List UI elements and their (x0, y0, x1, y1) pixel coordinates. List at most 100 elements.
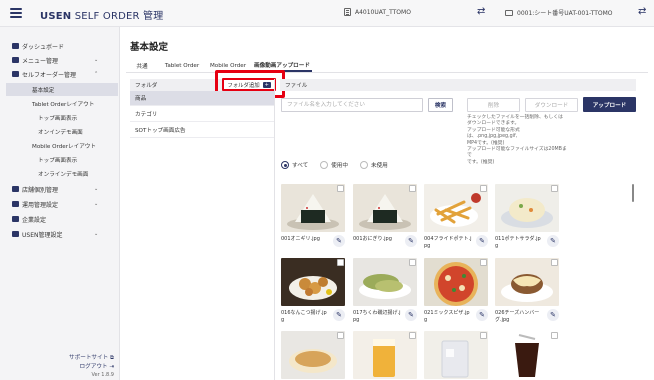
image-filename: 017ちくわ磯辺揚げ.jpg (353, 310, 401, 323)
help-line: です。(推奨) (467, 159, 495, 165)
filter-all[interactable]: すべて (281, 161, 308, 169)
sidebar-sub-mobile-demo[interactable]: オンラインデモ画面 (0, 167, 120, 180)
folder-item[interactable]: 商品 (130, 91, 274, 106)
gear-icon (12, 231, 19, 237)
image-card[interactable]: 004フライドポテト.jpg ✎ (424, 184, 488, 249)
image-checkbox[interactable] (337, 259, 344, 266)
radio-selected-icon (281, 161, 289, 169)
filter-label: 使用中 (331, 163, 348, 169)
sidebar-sub-mobile-top[interactable]: トップ画面表示 (0, 153, 120, 166)
image-card[interactable] (281, 331, 345, 379)
upload-button[interactable]: アップロード (583, 97, 636, 112)
sidebar-item-dashboard[interactable]: ダッシュボード (0, 39, 120, 53)
sidebar-item-company[interactable]: 企業設定 (0, 212, 120, 226)
sidebar-item-operations[interactable]: 運用管理設定 ⌄ (0, 197, 120, 211)
sidebar-sub-tablet-demo[interactable]: オンインデモ画面 (0, 125, 120, 138)
image-card[interactable]: 021ミックスピザ.jpg ✎ (424, 258, 488, 323)
sidebar-item-label: 店舗個別管理 (22, 186, 59, 194)
image-checkbox[interactable] (409, 185, 416, 192)
hamburger-icon[interactable] (10, 8, 22, 18)
swap-arrows-icon[interactable]: ⇄ (477, 6, 485, 17)
sidebar-sub-label: オンラインデモ画面 (38, 171, 89, 178)
image-thumbnail (495, 331, 559, 379)
image-thumbnail (281, 331, 345, 379)
search-button[interactable]: 検索 (428, 98, 453, 112)
pencil-icon: ✎ (550, 311, 556, 319)
image-checkbox[interactable] (337, 185, 344, 192)
image-checkbox[interactable] (480, 259, 487, 266)
image-checkbox[interactable] (551, 259, 558, 266)
sidebar-item-usen-admin[interactable]: USEN管理設定 ⌄ (0, 227, 120, 241)
help-line: アップロード可能な形式は、.png,jpg,jpeg,gif, (467, 127, 520, 140)
filter-in-use[interactable]: 使用中 (320, 161, 348, 169)
swap-arrows-icon[interactable]: ⇄ (638, 6, 646, 17)
image-checkbox[interactable] (480, 332, 487, 339)
sidebar-sub-label: Tablet Orderレイアウト (32, 101, 95, 108)
delete-button[interactable]: 削除 (467, 98, 520, 112)
sidebar-item-label: USEN管理設定 (22, 231, 63, 239)
sidebar-sub-tablet-layout[interactable]: Tablet Orderレイアウト (0, 97, 120, 110)
image-card[interactable]: 001おにぎり.jpg ✎ (353, 184, 417, 247)
sidebar-item-store[interactable]: 店舗個別管理 ⌄ (0, 182, 120, 196)
filter-unused[interactable]: 未使用 (359, 161, 388, 169)
brand-title: USEN SELF ORDER 管理 (40, 11, 164, 22)
image-card[interactable] (353, 331, 417, 379)
support-site-link[interactable]: サポートサイト ⧉ (0, 353, 114, 362)
edit-button[interactable]: ✎ (333, 235, 345, 247)
pencil-icon: ✎ (550, 237, 556, 245)
sidebar-sub-mobile-layout[interactable]: Mobile Orderレイアウト (0, 139, 120, 152)
logout-icon: ⇥ (109, 364, 114, 370)
image-checkbox[interactable] (480, 185, 487, 192)
image-card[interactable]: 026チーズハンバーグ.jpg ✎ (495, 258, 559, 323)
edit-button[interactable]: ✎ (405, 235, 417, 247)
image-card[interactable]: 017ちくわ磯辺揚げ.jpg ✎ (353, 258, 417, 323)
image-checkbox[interactable] (409, 259, 416, 266)
scrollbar[interactable] (632, 184, 634, 202)
device-selector[interactable]: 0001:シート番号UAT-001-TTOMO (505, 8, 613, 17)
image-checkbox[interactable] (551, 332, 558, 339)
food-photo (424, 258, 488, 306)
image-card[interactable]: 011ポテトサラダ.jpg ✎ (495, 184, 559, 249)
food-photo (353, 331, 417, 379)
tab-common[interactable]: 共通 (126, 59, 158, 72)
edit-button[interactable]: ✎ (547, 309, 559, 321)
folder-item[interactable]: カテゴリ (130, 107, 274, 122)
edit-button[interactable]: ✎ (476, 235, 488, 247)
sidebar-sub-label: トップ画面表示 (38, 115, 78, 122)
image-card[interactable]: 001オニギリ.jpg ✎ (281, 184, 345, 247)
sidebar-item-menu[interactable]: メニュー管理 ⌄ (0, 53, 120, 67)
food-photo (495, 184, 559, 232)
edit-button[interactable]: ✎ (333, 309, 345, 321)
external-link-icon: ⧉ (110, 355, 114, 361)
pencil-icon: ✎ (408, 237, 414, 245)
image-checkbox[interactable] (337, 332, 344, 339)
image-card[interactable]: 016なんこつ揚げ.jpg ✎ (281, 258, 345, 323)
image-checkbox[interactable] (409, 332, 416, 339)
image-thumbnail (424, 331, 488, 379)
tab-tablet-order[interactable]: Tablet Order (160, 59, 204, 72)
edit-button[interactable]: ✎ (405, 309, 417, 321)
add-folder-button[interactable]: フォルダ追加 + (222, 78, 276, 91)
folder-item[interactable]: SOTトップ画面広告 (130, 123, 274, 138)
image-card[interactable] (424, 331, 488, 379)
sidebar-sub-tablet-top[interactable]: トップ画面表示 (0, 111, 120, 124)
edit-button[interactable]: ✎ (547, 235, 559, 247)
add-folder-label: フォルダ追加 (227, 82, 260, 89)
food-photo (495, 331, 559, 379)
logout-link[interactable]: ログアウト ⇥ (0, 362, 114, 370)
file-search-input[interactable] (281, 98, 423, 112)
sidebar-sub-basic-settings[interactable]: 基本設定 (6, 83, 118, 96)
sidebar-sub-label: オンインデモ画面 (38, 129, 83, 136)
image-checkbox[interactable] (551, 185, 558, 192)
food-photo (424, 184, 488, 232)
edit-button[interactable]: ✎ (476, 309, 488, 321)
support-label: サポートサイト (69, 355, 109, 361)
file-header: ファイル (280, 79, 636, 91)
store-selector[interactable]: A4010UAT_TTOMO (344, 8, 411, 16)
store-icon (344, 8, 351, 16)
image-card[interactable] (495, 331, 559, 379)
sidebar-item-self-order[interactable]: セルフオーダー管理 ⌃ (0, 67, 120, 81)
filter-label: 未使用 (370, 163, 388, 169)
download-button[interactable]: ダウンロード (525, 98, 578, 112)
panel-divider (274, 79, 275, 380)
